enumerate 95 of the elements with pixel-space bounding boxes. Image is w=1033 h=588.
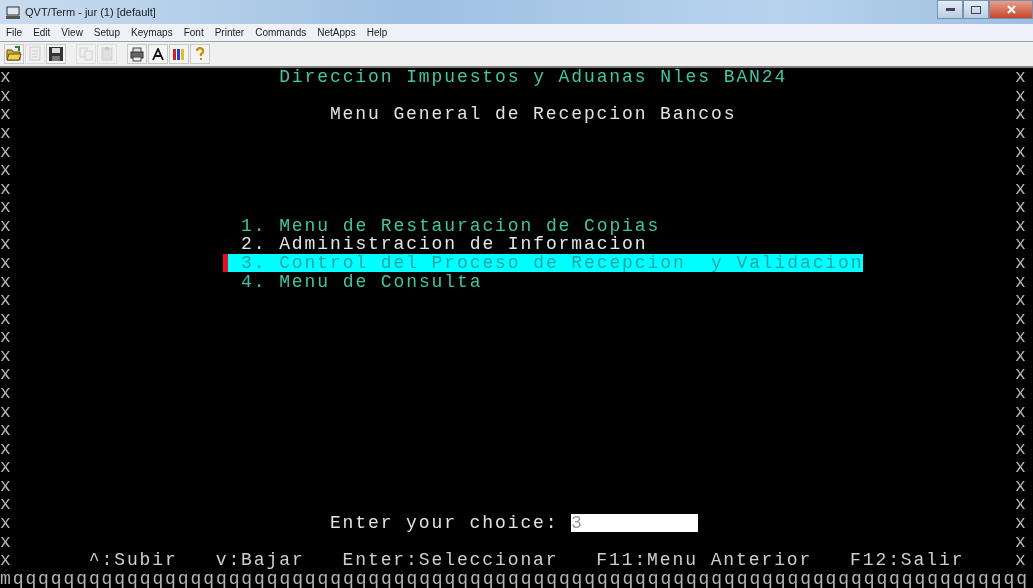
border-mark: x bbox=[0, 514, 13, 532]
border-mark: x bbox=[1015, 495, 1028, 514]
close-icon bbox=[1006, 5, 1016, 14]
border-mark: x bbox=[0, 309, 13, 328]
key-hint: F12:Salir bbox=[850, 551, 965, 570]
border-mark: x bbox=[1015, 309, 1028, 328]
key-hint: v:Bajar bbox=[215, 551, 305, 570]
menu-item[interactable]: View bbox=[61, 25, 83, 40]
menu-item[interactable]: NetApps bbox=[317, 25, 356, 40]
screen-subtitle: Menu General de Recepcion Bancos bbox=[329, 105, 736, 124]
border-mark: x bbox=[0, 346, 13, 365]
toolbar-button[interactable] bbox=[148, 44, 168, 64]
prompt-label: Enter your choice: bbox=[329, 514, 559, 532]
border-mark: x bbox=[0, 439, 13, 458]
bottom-border-line: mqqqqqqqqqqqqqqqqqqqqqqqqqqqqqqqqqqqqqqqqqqqqqqqqqqqqqqqqqqqqqqqqqqqqqqqqqqqqqqqq bbox=[0, 569, 1028, 588]
maximize-button[interactable] bbox=[963, 0, 989, 19]
key-hint: ^:Subir bbox=[88, 551, 178, 570]
border-mark: x bbox=[1015, 439, 1028, 458]
border-mark: x bbox=[1015, 384, 1028, 402]
border-mark: x bbox=[0, 458, 13, 477]
border-mark: x bbox=[0, 142, 13, 161]
window-title: QVT/Term - jur (1) [default] bbox=[25, 4, 156, 20]
key-hint: F11:Menu Anterior bbox=[596, 551, 812, 570]
border-mark: x bbox=[0, 532, 13, 551]
border-mark: x bbox=[1015, 198, 1028, 217]
menu-item[interactable]: Commands bbox=[255, 25, 307, 40]
border-mark: x bbox=[0, 86, 13, 105]
border-mark: x bbox=[1015, 551, 1028, 570]
border-mark: x bbox=[1015, 235, 1028, 254]
terminal-icon bbox=[6, 5, 20, 19]
border-mark: x bbox=[1015, 86, 1028, 105]
menu-item[interactable]: Keymaps bbox=[131, 25, 173, 40]
border-mark: x bbox=[1015, 68, 1028, 87]
border-mark: x bbox=[1015, 514, 1028, 532]
border-mark: x bbox=[1015, 365, 1028, 384]
maximize-icon bbox=[971, 5, 981, 14]
menu-item[interactable]: Font bbox=[183, 25, 204, 40]
border-mark: x bbox=[0, 216, 13, 235]
border-mark: x bbox=[0, 179, 13, 198]
border-mark: x bbox=[1015, 142, 1028, 161]
document-icon bbox=[27, 46, 43, 62]
toolbar-button[interactable] bbox=[46, 44, 66, 64]
toolbar-button[interactable] bbox=[127, 44, 147, 64]
border-mark: x bbox=[0, 272, 13, 291]
screen-title: Direccion Impuestos y Aduanas Nles BAN24 bbox=[279, 68, 787, 87]
letter-a-icon bbox=[152, 47, 164, 61]
folder-icon bbox=[6, 46, 22, 62]
menu-item[interactable]: Printer bbox=[214, 25, 245, 40]
border-mark: x bbox=[0, 254, 13, 272]
menu-item[interactable]: Help bbox=[366, 25, 388, 40]
color-bars-icon bbox=[171, 46, 187, 62]
border-mark: x bbox=[0, 495, 13, 514]
border-mark: x bbox=[1015, 458, 1028, 477]
border-mark: x bbox=[0, 365, 13, 384]
border-mark: x bbox=[1015, 421, 1028, 440]
border-mark: x bbox=[0, 235, 13, 254]
menu-item[interactable]: Edit bbox=[33, 25, 51, 40]
border-mark: x bbox=[0, 68, 13, 87]
border-mark: x bbox=[1015, 291, 1028, 310]
border-mark: x bbox=[0, 476, 13, 495]
menu-option[interactable]: 1. Menu de Restauracion de Copias bbox=[241, 216, 660, 235]
border-mark: x bbox=[0, 124, 13, 142]
menu-option[interactable]: 2. Administracion de Informacion bbox=[241, 235, 648, 254]
border-mark: x bbox=[0, 161, 13, 180]
border-mark: x bbox=[1015, 328, 1028, 347]
border-mark: x bbox=[1015, 532, 1028, 551]
copy-icon bbox=[78, 46, 94, 62]
border-mark: x bbox=[0, 402, 13, 421]
border-mark: x bbox=[1015, 216, 1028, 235]
border-mark: x bbox=[1015, 254, 1028, 272]
border-mark: x bbox=[1015, 179, 1028, 198]
border-mark: x bbox=[1015, 124, 1028, 142]
border-mark: x bbox=[1015, 346, 1028, 365]
close-button[interactable] bbox=[989, 0, 1033, 19]
minimize-button[interactable] bbox=[937, 0, 963, 19]
border-mark: x bbox=[0, 384, 13, 402]
border-mark: x bbox=[1015, 402, 1028, 421]
border-mark: x bbox=[1015, 476, 1028, 495]
border-mark: x bbox=[0, 105, 13, 124]
printer-icon bbox=[129, 46, 145, 62]
border-mark: x bbox=[0, 291, 13, 310]
minimize-icon bbox=[945, 8, 955, 11]
menu-option[interactable]: 4. Menu de Consulta bbox=[241, 272, 483, 291]
menu-item[interactable]: Setup bbox=[93, 25, 120, 40]
border-mark: x bbox=[1015, 105, 1028, 124]
border-mark: x bbox=[0, 551, 13, 570]
border-mark: x bbox=[1015, 161, 1028, 180]
border-mark: x bbox=[1015, 272, 1028, 291]
menu-item[interactable]: File bbox=[6, 25, 23, 40]
clipboard-icon bbox=[99, 46, 115, 62]
border-mark: x bbox=[0, 198, 13, 217]
border-mark: x bbox=[0, 328, 13, 347]
key-hint: Enter:Seleccionar bbox=[342, 551, 559, 570]
border-mark: x bbox=[0, 421, 13, 440]
toolbar-button[interactable] bbox=[169, 44, 189, 64]
